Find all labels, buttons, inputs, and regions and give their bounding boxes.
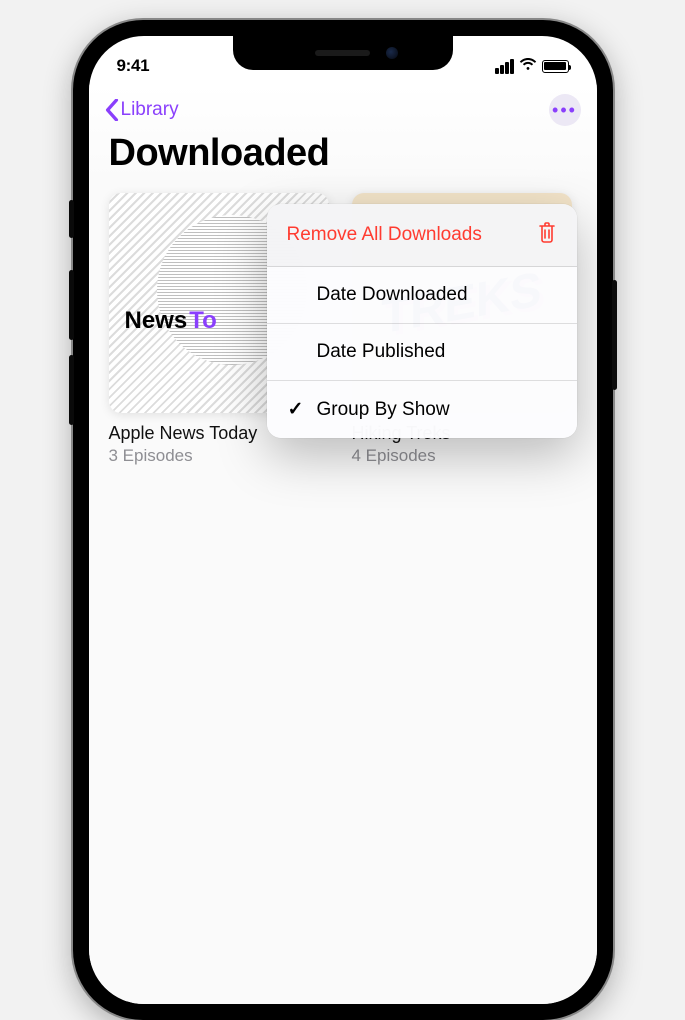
navigation-bar: Library ••• bbox=[89, 84, 597, 132]
volume-up-button bbox=[69, 270, 74, 340]
side-button bbox=[612, 280, 617, 390]
trash-icon bbox=[537, 221, 557, 249]
page-title: Downloaded bbox=[89, 132, 597, 193]
status-time: 9:41 bbox=[117, 56, 150, 76]
menu-item-date-published[interactable]: Date Published bbox=[267, 324, 577, 381]
menu-item-label: Date Published bbox=[317, 341, 446, 363]
back-button[interactable]: Library bbox=[105, 99, 179, 121]
menu-item-label: Remove All Downloads bbox=[287, 224, 482, 246]
menu-item-group-by-show[interactable]: ✓ Group By Show bbox=[267, 381, 577, 438]
front-camera bbox=[386, 47, 398, 59]
checkmark-icon: ✓ bbox=[287, 398, 305, 421]
menu-item-label: Group By Show bbox=[317, 399, 450, 421]
silent-switch bbox=[69, 200, 74, 238]
more-options-button[interactable]: ••• bbox=[549, 94, 581, 126]
ellipsis-icon: ••• bbox=[552, 100, 577, 121]
menu-item-label: Date Downloaded bbox=[317, 284, 468, 306]
chevron-left-icon bbox=[105, 99, 119, 121]
back-label: Library bbox=[121, 99, 179, 121]
phone-frame: 9:41 Library ••• Dow bbox=[73, 20, 613, 1020]
show-episode-count: 4 Episodes bbox=[352, 446, 577, 466]
artwork-brand-text: NewsTo bbox=[123, 307, 217, 335]
status-icons bbox=[495, 57, 569, 76]
menu-item-date-downloaded[interactable]: Date Downloaded bbox=[267, 267, 577, 324]
context-menu: Remove All Downloads Date Downloaded Dat… bbox=[267, 204, 577, 438]
speaker-grille bbox=[315, 50, 370, 56]
screen: 9:41 Library ••• Dow bbox=[89, 36, 597, 1004]
content-area: Library ••• Downloaded NewsTo Ap bbox=[89, 84, 597, 1004]
menu-item-remove-all[interactable]: Remove All Downloads bbox=[267, 204, 577, 267]
display-notch bbox=[233, 36, 453, 70]
battery-icon bbox=[542, 60, 569, 73]
cellular-signal-icon bbox=[495, 59, 514, 74]
show-episode-count: 3 Episodes bbox=[109, 446, 334, 466]
wifi-icon bbox=[519, 57, 537, 76]
volume-down-button bbox=[69, 355, 74, 425]
